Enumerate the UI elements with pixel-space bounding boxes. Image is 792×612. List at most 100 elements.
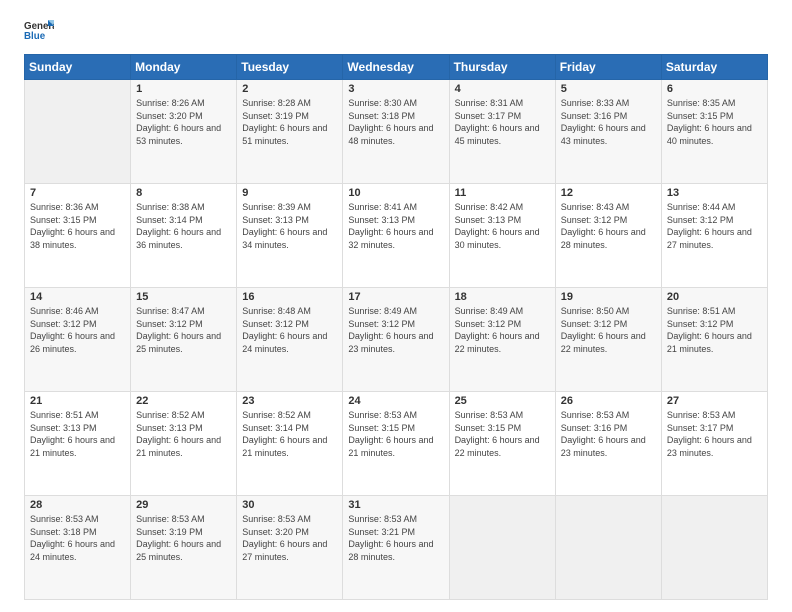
day-number: 1 <box>136 83 231 95</box>
calendar-cell: 19 Sunrise: 8:50 AMSunset: 3:12 PMDayligh… <box>555 288 661 392</box>
day-number: 15 <box>136 291 231 303</box>
day-number: 22 <box>136 395 231 407</box>
day-info: Sunrise: 8:28 AMSunset: 3:19 PMDaylight:… <box>242 97 337 147</box>
calendar-cell <box>555 496 661 600</box>
day-info: Sunrise: 8:52 AMSunset: 3:13 PMDaylight:… <box>136 409 231 459</box>
day-number: 8 <box>136 187 231 199</box>
day-number: 12 <box>561 187 656 199</box>
calendar-cell: 24 Sunrise: 8:53 AMSunset: 3:15 PMDayligh… <box>343 392 449 496</box>
day-number: 20 <box>667 291 762 303</box>
calendar-cell: 20 Sunrise: 8:51 AMSunset: 3:12 PMDayligh… <box>661 288 767 392</box>
week-row-1: 7 Sunrise: 8:36 AMSunset: 3:15 PMDaylight… <box>25 184 768 288</box>
day-number: 23 <box>242 395 337 407</box>
day-info: Sunrise: 8:31 AMSunset: 3:17 PMDaylight:… <box>455 97 550 147</box>
day-info: Sunrise: 8:47 AMSunset: 3:12 PMDaylight:… <box>136 305 231 355</box>
day-info: Sunrise: 8:35 AMSunset: 3:15 PMDaylight:… <box>667 97 762 147</box>
weekday-header-friday: Friday <box>555 55 661 80</box>
weekday-header-saturday: Saturday <box>661 55 767 80</box>
day-number: 21 <box>30 395 125 407</box>
day-info: Sunrise: 8:43 AMSunset: 3:12 PMDaylight:… <box>561 201 656 251</box>
calendar-cell <box>25 80 131 184</box>
calendar-cell: 15 Sunrise: 8:47 AMSunset: 3:12 PMDayligh… <box>131 288 237 392</box>
calendar-cell: 10 Sunrise: 8:41 AMSunset: 3:13 PMDayligh… <box>343 184 449 288</box>
calendar-cell: 12 Sunrise: 8:43 AMSunset: 3:12 PMDayligh… <box>555 184 661 288</box>
day-info: Sunrise: 8:53 AMSunset: 3:16 PMDaylight:… <box>561 409 656 459</box>
day-info: Sunrise: 8:53 AMSunset: 3:15 PMDaylight:… <box>455 409 550 459</box>
page: General Blue SundayMondayTuesdayWednesda… <box>0 0 792 612</box>
week-row-2: 14 Sunrise: 8:46 AMSunset: 3:12 PMDayligh… <box>25 288 768 392</box>
weekday-header-monday: Monday <box>131 55 237 80</box>
day-info: Sunrise: 8:46 AMSunset: 3:12 PMDaylight:… <box>30 305 125 355</box>
calendar-cell: 27 Sunrise: 8:53 AMSunset: 3:17 PMDayligh… <box>661 392 767 496</box>
calendar-cell: 16Sunrise: 8:48 AMSunset: 3:12 PMDayligh… <box>237 288 343 392</box>
day-number: 24 <box>348 395 443 407</box>
day-info: Sunrise: 8:51 AMSunset: 3:12 PMDaylight:… <box>667 305 762 355</box>
day-info: Sunrise: 8:48 AMSunset: 3:12 PMDaylight:… <box>242 305 337 355</box>
day-info: Sunrise: 8:30 AMSunset: 3:18 PMDaylight:… <box>348 97 443 147</box>
svg-text:Blue: Blue <box>24 31 46 42</box>
day-number: 4 <box>455 83 550 95</box>
week-row-0: 1Sunrise: 8:26 AMSunset: 3:20 PMDaylight… <box>25 80 768 184</box>
calendar-cell: 14 Sunrise: 8:46 AMSunset: 3:12 PMDayligh… <box>25 288 131 392</box>
day-number: 5 <box>561 83 656 95</box>
day-info: Sunrise: 8:50 AMSunset: 3:12 PMDaylight:… <box>561 305 656 355</box>
day-number: 13 <box>667 187 762 199</box>
calendar-cell: 31Sunrise: 8:53 AMSunset: 3:21 PMDayligh… <box>343 496 449 600</box>
calendar-cell: 5 Sunrise: 8:33 AMSunset: 3:16 PMDaylight… <box>555 80 661 184</box>
day-number: 9 <box>242 187 337 199</box>
calendar-cell: 7 Sunrise: 8:36 AMSunset: 3:15 PMDaylight… <box>25 184 131 288</box>
day-info: Sunrise: 8:53 AMSunset: 3:18 PMDaylight:… <box>30 513 125 563</box>
day-info: Sunrise: 8:39 AMSunset: 3:13 PMDaylight:… <box>242 201 337 251</box>
day-number: 10 <box>348 187 443 199</box>
day-number: 2 <box>242 83 337 95</box>
day-info: Sunrise: 8:44 AMSunset: 3:12 PMDaylight:… <box>667 201 762 251</box>
day-number: 27 <box>667 395 762 407</box>
day-number: 14 <box>30 291 125 303</box>
calendar-cell: 30 Sunrise: 8:53 AMSunset: 3:20 PMDayligh… <box>237 496 343 600</box>
day-info: Sunrise: 8:38 AMSunset: 3:14 PMDaylight:… <box>136 201 231 251</box>
calendar-cell: 22 Sunrise: 8:52 AMSunset: 3:13 PMDayligh… <box>131 392 237 496</box>
day-info: Sunrise: 8:53 AMSunset: 3:17 PMDaylight:… <box>667 409 762 459</box>
day-number: 30 <box>242 499 337 511</box>
day-number: 25 <box>455 395 550 407</box>
weekday-header-tuesday: Tuesday <box>237 55 343 80</box>
week-row-3: 21 Sunrise: 8:51 AMSunset: 3:13 PMDayligh… <box>25 392 768 496</box>
day-info: Sunrise: 8:42 AMSunset: 3:13 PMDaylight:… <box>455 201 550 251</box>
calendar-cell: 21 Sunrise: 8:51 AMSunset: 3:13 PMDayligh… <box>25 392 131 496</box>
day-number: 6 <box>667 83 762 95</box>
day-info: Sunrise: 8:33 AMSunset: 3:16 PMDaylight:… <box>561 97 656 147</box>
logo: General Blue <box>24 18 54 46</box>
day-info: Sunrise: 8:51 AMSunset: 3:13 PMDaylight:… <box>30 409 125 459</box>
weekday-header-thursday: Thursday <box>449 55 555 80</box>
day-info: Sunrise: 8:49 AMSunset: 3:12 PMDaylight:… <box>348 305 443 355</box>
week-row-4: 28Sunrise: 8:53 AMSunset: 3:18 PMDayligh… <box>25 496 768 600</box>
calendar-cell: 26 Sunrise: 8:53 AMSunset: 3:16 PMDayligh… <box>555 392 661 496</box>
calendar-cell: 28Sunrise: 8:53 AMSunset: 3:18 PMDayligh… <box>25 496 131 600</box>
calendar-cell: 23Sunrise: 8:52 AMSunset: 3:14 PMDayligh… <box>237 392 343 496</box>
day-info: Sunrise: 8:49 AMSunset: 3:12 PMDaylight:… <box>455 305 550 355</box>
day-info: Sunrise: 8:41 AMSunset: 3:13 PMDaylight:… <box>348 201 443 251</box>
weekday-header-wednesday: Wednesday <box>343 55 449 80</box>
logo-icon: General Blue <box>24 18 54 46</box>
day-number: 26 <box>561 395 656 407</box>
weekday-header-sunday: Sunday <box>25 55 131 80</box>
day-number: 17 <box>348 291 443 303</box>
day-info: Sunrise: 8:53 AMSunset: 3:20 PMDaylight:… <box>242 513 337 563</box>
day-number: 7 <box>30 187 125 199</box>
calendar-cell: 1Sunrise: 8:26 AMSunset: 3:20 PMDaylight… <box>131 80 237 184</box>
day-info: Sunrise: 8:36 AMSunset: 3:15 PMDaylight:… <box>30 201 125 251</box>
calendar-cell: 29Sunrise: 8:53 AMSunset: 3:19 PMDayligh… <box>131 496 237 600</box>
calendar-cell <box>661 496 767 600</box>
weekday-header-row: SundayMondayTuesdayWednesdayThursdayFrid… <box>25 55 768 80</box>
calendar-cell: 6 Sunrise: 8:35 AMSunset: 3:15 PMDaylight… <box>661 80 767 184</box>
calendar-cell: 9 Sunrise: 8:39 AMSunset: 3:13 PMDaylight… <box>237 184 343 288</box>
day-info: Sunrise: 8:53 AMSunset: 3:15 PMDaylight:… <box>348 409 443 459</box>
day-info: Sunrise: 8:53 AMSunset: 3:19 PMDaylight:… <box>136 513 231 563</box>
calendar-cell: 18Sunrise: 8:49 AMSunset: 3:12 PMDayligh… <box>449 288 555 392</box>
calendar-cell: 4 Sunrise: 8:31 AMSunset: 3:17 PMDaylight… <box>449 80 555 184</box>
day-number: 19 <box>561 291 656 303</box>
calendar-cell: 3Sunrise: 8:30 AMSunset: 3:18 PMDaylight… <box>343 80 449 184</box>
calendar-cell: 25 Sunrise: 8:53 AMSunset: 3:15 PMDayligh… <box>449 392 555 496</box>
calendar-cell <box>449 496 555 600</box>
day-number: 31 <box>348 499 443 511</box>
